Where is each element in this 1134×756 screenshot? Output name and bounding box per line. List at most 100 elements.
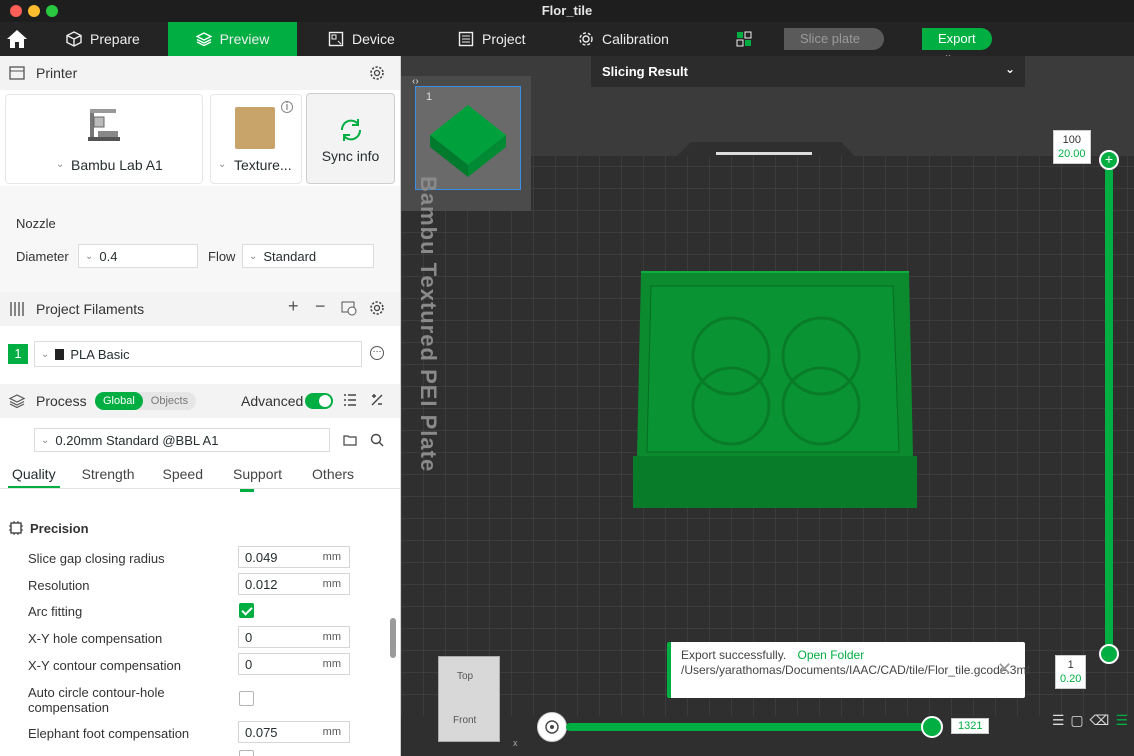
- save-preset-icon[interactable]: [343, 433, 357, 447]
- layer-slider-top-handle[interactable]: +: [1099, 150, 1119, 170]
- tab-strength[interactable]: Strength: [70, 460, 147, 488]
- export-all-button[interactable]: ▼ Export all sliced file: [922, 28, 992, 112]
- list-icon[interactable]: [343, 393, 357, 407]
- 3d-viewport[interactable]: 1 ‹› Bambu Textured PEI Plate Slicing Re…: [401, 56, 1134, 756]
- filament-settings-gear-icon[interactable]: [369, 300, 385, 316]
- plate-dropdown-icon[interactable]: ⌄: [218, 159, 226, 170]
- remove-filament-icon[interactable]: −: [315, 296, 326, 317]
- plate-thumbnail[interactable]: 1: [415, 86, 521, 190]
- printer-section-title: Printer: [36, 65, 78, 81]
- precision-title: Precision: [30, 521, 89, 536]
- sync-info-label: Sync info: [321, 148, 380, 164]
- resolution-label: Resolution: [28, 578, 90, 593]
- filament-slot-badge[interactable]: 1: [8, 344, 28, 364]
- tab-calibration[interactable]: Calibration: [564, 22, 683, 56]
- plate-card[interactable]: i ⌄ Texture...: [210, 94, 302, 184]
- advanced-toggle[interactable]: [305, 393, 333, 409]
- tab-support[interactable]: Support: [221, 460, 294, 488]
- xy-contour-input[interactable]: 0 mm: [238, 653, 350, 675]
- plate-name: Texture...: [234, 157, 292, 173]
- slice-gap-input[interactable]: 0.049 mm: [238, 546, 350, 568]
- xy-contour-value: 0: [245, 656, 253, 672]
- filament-sync-icon[interactable]: [341, 300, 357, 316]
- xy-hole-input[interactable]: 0 mm: [238, 626, 350, 648]
- tab-device-label: Device: [352, 31, 395, 47]
- export-all-label: Export all sliced file: [922, 28, 992, 112]
- multi-plate-icon[interactable]: [736, 31, 752, 47]
- arc-fitting-checkbox[interactable]: [239, 603, 254, 618]
- objects-option[interactable]: Objects: [143, 392, 196, 410]
- close-icon[interactable]: ✕: [997, 660, 1015, 678]
- arc-fitting-label: Arc fitting: [28, 604, 83, 619]
- top-layer-badge: 100 20.00: [1053, 130, 1091, 164]
- left-panel-scrollbar[interactable]: [390, 618, 396, 658]
- tab-preview[interactable]: Preview: [168, 22, 297, 56]
- view-cube-top[interactable]: Top: [457, 671, 473, 682]
- tab-quality[interactable]: Quality: [0, 460, 68, 488]
- tabs-divider: [0, 488, 400, 489]
- viewport-bottom-right-tools: ☰ ▢ ⌫ ☰: [1052, 712, 1128, 729]
- printer-dropdown-icon[interactable]: ⌄: [56, 159, 64, 170]
- device-icon: [328, 31, 344, 47]
- flow-select[interactable]: ⌄ Standard: [242, 244, 374, 268]
- tab-device[interactable]: Device: [314, 22, 409, 56]
- bottom-layer-number: 1: [1067, 659, 1074, 671]
- layer-slider-track[interactable]: [1105, 156, 1113, 656]
- slicing-result-expand-icon[interactable]: ⌄: [1005, 62, 1015, 76]
- tab-prepare[interactable]: Prepare: [52, 22, 168, 56]
- move-slider-track[interactable]: [566, 723, 936, 731]
- sync-info-button[interactable]: Sync info: [306, 93, 395, 184]
- home-icon[interactable]: [6, 29, 28, 49]
- view-options-icon: [545, 720, 559, 734]
- add-filament-icon[interactable]: +: [288, 296, 299, 317]
- move-slider-handle[interactable]: [921, 716, 943, 738]
- open-folder-link[interactable]: Open Folder: [798, 648, 865, 662]
- tab-others[interactable]: Others: [300, 460, 366, 488]
- export-path: /Users/yarathomas/Documents/IAAC/CAD/til…: [681, 663, 1030, 677]
- tile-thumbnail-icon: [430, 105, 506, 177]
- filaments-section-title: Project Filaments: [36, 301, 145, 317]
- top-navigation: Prepare Preview Device Project Calibrati…: [0, 22, 1134, 112]
- compare-icon[interactable]: [370, 393, 384, 407]
- align-icon[interactable]: ☰: [1052, 712, 1065, 729]
- process-preset-select[interactable]: ⌄ 0.20mm Standard @BBL A1: [34, 428, 330, 452]
- layers-view-icon[interactable]: ☰: [1115, 712, 1128, 729]
- diameter-select[interactable]: ⌄ 0.4: [78, 244, 198, 268]
- filament-more-icon[interactable]: ···: [370, 346, 384, 360]
- view-cube-front[interactable]: Front: [453, 715, 476, 726]
- filament-icon: [10, 302, 24, 316]
- top-layer-height: 20.00: [1058, 148, 1086, 160]
- tab-project[interactable]: Project: [444, 22, 540, 56]
- resolution-unit: mm: [322, 578, 341, 590]
- process-tabs: Quality Strength Speed Support Others: [0, 460, 400, 488]
- view-options-button[interactable]: [537, 712, 567, 742]
- tab-speed[interactable]: Speed: [151, 460, 215, 488]
- global-option[interactable]: Global: [95, 392, 143, 410]
- window-title: Flor_tile: [541, 3, 593, 18]
- view-cube[interactable]: Top Front: [438, 656, 500, 742]
- next-row-checkbox[interactable]: [239, 750, 254, 756]
- filament-select[interactable]: ⌄ PLA Basic: [34, 341, 362, 367]
- layer-slider-bottom-handle[interactable]: [1099, 644, 1119, 664]
- delete-icon[interactable]: ⌫: [1090, 712, 1110, 729]
- info-icon[interactable]: i: [281, 101, 293, 113]
- xy-hole-value: 0: [245, 629, 253, 645]
- slicing-result-panel[interactable]: Slicing Result ⌄: [591, 56, 1025, 87]
- collapse-panel-icon[interactable]: ‹›: [412, 76, 426, 90]
- auto-circle-checkbox[interactable]: [239, 691, 254, 706]
- elephant-foot-input[interactable]: 0.075 mm: [238, 721, 350, 743]
- search-icon[interactable]: [370, 433, 384, 447]
- diameter-dropdown-icon: ⌄: [85, 250, 94, 262]
- bottom-layer-height: 0.20: [1060, 673, 1082, 685]
- export-message: Export successfully.: [681, 648, 787, 662]
- preset-dropdown-icon: ⌄: [41, 434, 50, 446]
- x-axis-label: x: [513, 738, 518, 748]
- resolution-input[interactable]: 0.012 mm: [238, 573, 350, 595]
- frame-icon[interactable]: ▢: [1070, 712, 1083, 729]
- tab-project-label: Project: [482, 31, 526, 47]
- printer-settings-gear-icon[interactable]: [369, 65, 385, 81]
- printer-card[interactable]: ⌄ Bambu Lab A1: [5, 94, 203, 184]
- flow-value: Standard: [263, 248, 317, 264]
- global-objects-switch[interactable]: Global Objects: [95, 392, 197, 410]
- slice-plate-button[interactable]: ▼ Slice plate: [784, 28, 884, 50]
